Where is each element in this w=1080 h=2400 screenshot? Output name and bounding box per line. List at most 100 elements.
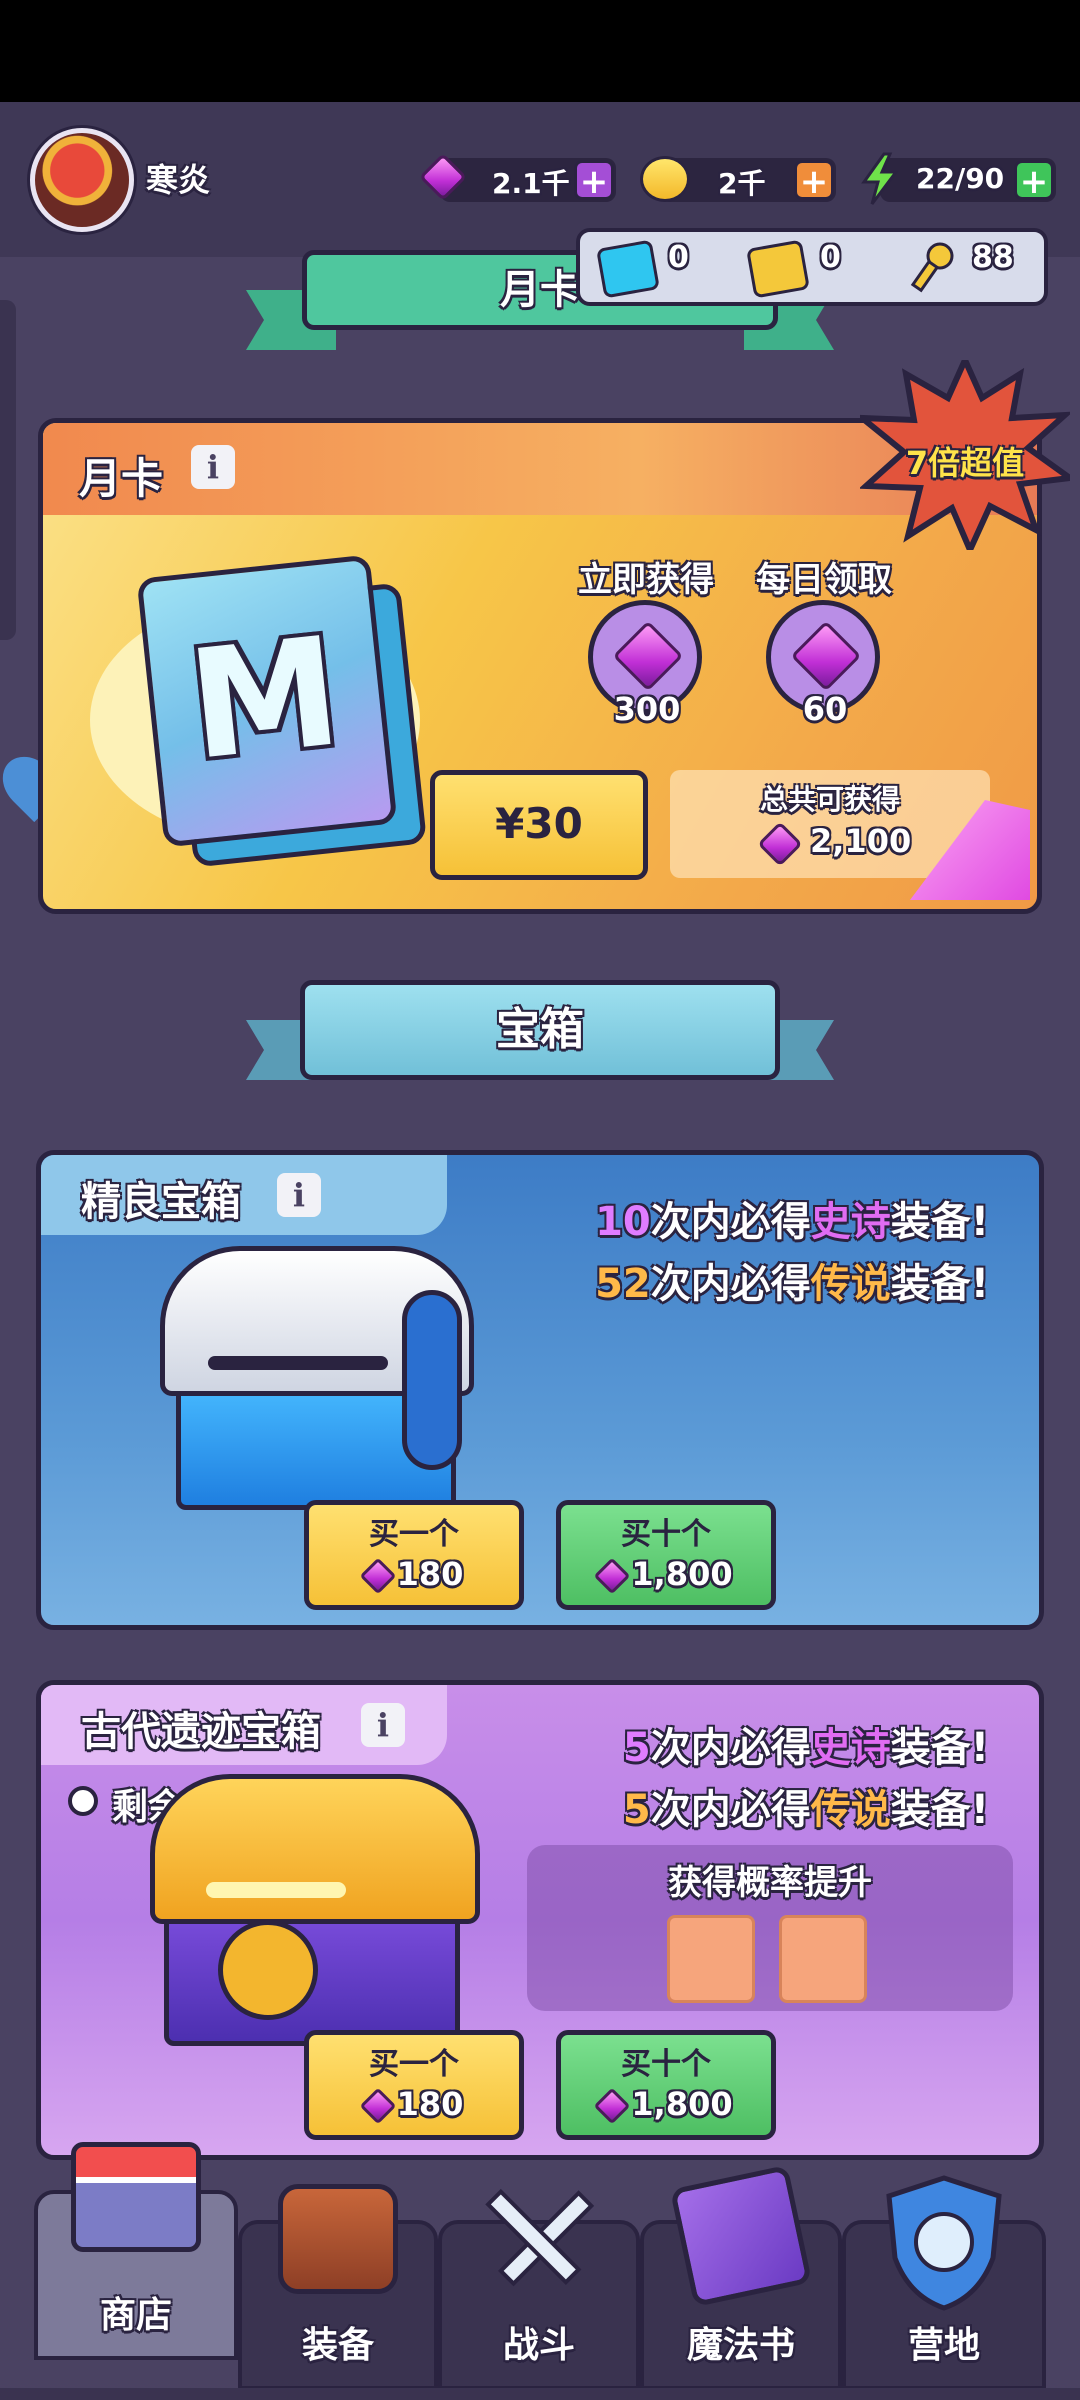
nav-camp[interactable]: 营地 [842,2175,1046,2390]
player-name: 寒炎 [146,161,211,199]
pity-rarity: 史诗 [810,1199,891,1245]
instant-reward-amount: 300 [613,690,681,728]
nav-camp-label: 营地 [907,2325,980,2366]
lightning-icon [861,152,899,205]
pity-text: 次内必得 [650,1725,811,1771]
pity-rarity: 传说 [810,1787,891,1833]
gem-amount: 2.1千 [492,167,570,200]
boost-item-staff-icon[interactable] [667,1915,755,2003]
chests-section-banner: 宝箱 [300,980,780,1080]
key-icon [910,242,954,293]
fine-chest-info-button[interactable]: i [277,1173,321,1217]
monthly-card-info-button[interactable]: i [191,445,235,489]
pity-suffix: 装备! [890,1725,989,1771]
chests-section-label: 宝箱 [496,1004,584,1055]
nav-battle-label: 战斗 [502,2325,575,2366]
gem-icon [359,2087,396,2125]
boost-panel: 获得概率提升 [527,1845,1013,2011]
gem-icon [594,2087,631,2125]
gem-icon [359,1557,396,1595]
ancient-chest-lid-icon [150,1774,480,1924]
buy-ten-price: 1,800 [561,2085,771,2125]
buy-ten-label: 买十个 [621,1517,711,1552]
pity-text: 次内必得 [650,1261,811,1307]
add-coins-button[interactable]: + [794,160,834,201]
nav-battle[interactable]: 战斗 [438,2188,640,2390]
nav-shop-label: 商店 [99,2295,172,2336]
nav-equipment[interactable]: 装备 [238,2184,438,2390]
value-burst-text: 7倍超值 [905,444,1025,482]
ancient-chest-glow [206,1882,346,1898]
pity-count: 52 [595,1261,651,1307]
energy-amount: 22/90 [916,162,1005,195]
energy-counter: 22/90 + [880,158,1056,202]
fine-chest-buy-one-button[interactable]: 买一个 180 [304,1500,524,1610]
side-drawer-handle[interactable] [0,300,16,640]
pity-text: 次内必得 [650,1787,811,1833]
fine-chest-slot [208,1356,388,1370]
pity-count: 5 [622,1787,651,1833]
total-reward-label: 总共可获得 [759,783,900,816]
blue-ticket-count: 0 [668,240,689,275]
crossed-swords-icon [485,2188,595,2287]
pity-rarity: 史诗 [810,1725,891,1771]
pity-suffix: 装备! [890,1261,989,1307]
buy-monthly-card-button[interactable]: ¥30 [430,770,648,880]
fine-chest-buy-ten-button[interactable]: 买十个 1,800 [556,1500,776,1610]
boost-item-wand-icon[interactable] [779,1915,867,2003]
boost-label: 获得概率提升 [668,1863,872,1903]
coin-amount: 2千 [718,167,766,200]
gem-pile-icon [612,620,684,692]
add-energy-button[interactable]: + [1014,160,1054,201]
buy-one-label: 买一个 [369,1517,459,1552]
gem-icon [594,1557,631,1595]
nav-spellbook[interactable]: 魔法书 [640,2164,842,2390]
clock-icon [68,1786,98,1816]
pity-suffix: 装备! [890,1199,989,1245]
sub-resource-bar: 0 0 88 [576,228,1048,306]
ancient-chest-buy-ten-button[interactable]: 买十个 1,800 [556,2030,776,2140]
add-gems-button[interactable]: + [574,160,614,201]
status-bar [0,0,1080,102]
monthly-card-title: 月卡 [79,454,164,503]
total-reward-amount: 2,100 [810,822,912,860]
daily-reward-label: 每日领取 [756,560,892,600]
key-count: 88 [972,240,1014,275]
pity-count: 5 [622,1725,651,1771]
nav-spellbook-label: 魔法书 [686,2325,795,2366]
fine-chest-hinge [402,1290,462,1470]
bottom-edge [0,2388,1080,2400]
monthly-card-book-letter: M [181,605,348,794]
gem-icon [790,620,862,692]
spellbook-icon [669,2164,813,2308]
instant-reward-label: 立即获得 [578,560,714,600]
gem-icon [757,821,803,867]
ancient-chest-buy-one-button[interactable]: 买一个 180 [304,2030,524,2140]
pity-rarity: 传说 [810,1261,891,1307]
ancient-chest-pity-legend: 5次内必得传说装备! [623,1777,989,1835]
buy-one-price: 180 [309,1555,519,1595]
ancient-chest-info-button[interactable]: i [361,1703,405,1747]
monthly-card-banner-label: 月卡 [500,267,580,313]
pity-suffix: 装备! [890,1787,989,1833]
fine-chest-pity-legend: 52次内必得传说装备! [595,1251,989,1309]
shop-icon [71,2142,201,2252]
pity-count: 10 [595,1199,651,1245]
shield-icon [886,2175,1002,2311]
buy-one-price: 180 [309,2085,519,2125]
coin-icon [640,156,690,202]
gold-ticket-icon [746,239,810,299]
blue-ticket-icon [596,239,660,299]
ancient-chest-lock [218,1920,318,2020]
gold-ticket-count: 0 [820,240,841,275]
nav-equipment-label: 装备 [301,2325,374,2366]
fine-chest-title: 精良宝箱 [81,1179,241,1225]
ancient-chest-title: 古代遗迹宝箱 [81,1709,321,1755]
nav-shop[interactable]: 商店 [34,2142,238,2360]
buy-ten-price: 1,800 [561,1555,771,1595]
avatar[interactable] [30,128,134,232]
buy-one-label: 买一个 [369,2047,459,2082]
pity-text: 次内必得 [650,1199,811,1245]
fine-chest-pity-epic: 10次内必得史诗装备! [595,1189,989,1247]
daily-reward-amount: 60 [802,690,848,728]
